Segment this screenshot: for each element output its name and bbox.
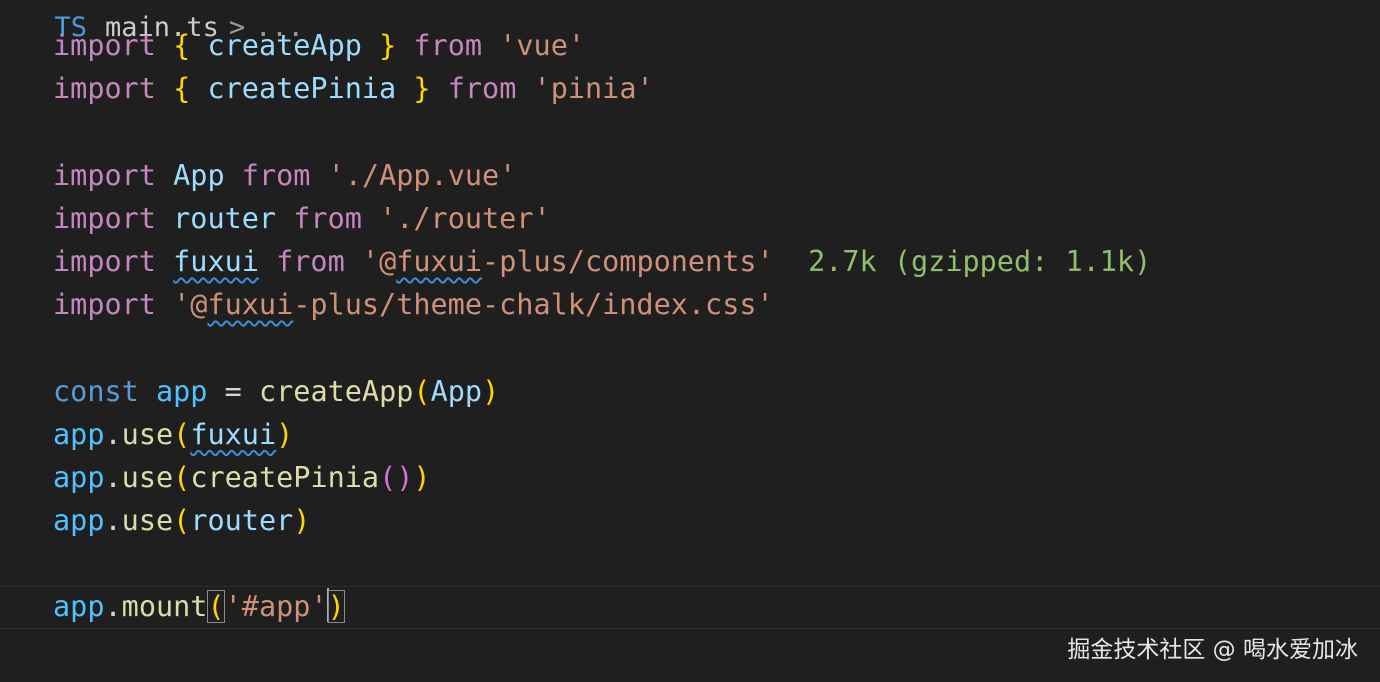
token-bracket: { bbox=[173, 29, 191, 62]
token-string: '#app' bbox=[224, 590, 328, 624]
code-line-13[interactable] bbox=[53, 542, 1151, 585]
token-string: './App.vue' bbox=[327, 158, 517, 192]
token-operator: . bbox=[104, 504, 122, 538]
token-bracket: ) bbox=[276, 417, 294, 451]
token-operator: . bbox=[104, 417, 122, 451]
token-function: use bbox=[121, 417, 174, 451]
breadcrumb: TS main.ts >... bbox=[0, 0, 304, 42]
token-operator: = bbox=[224, 374, 242, 408]
token-identifier: app bbox=[53, 504, 105, 538]
token-string: '@fuxui-plus/theme-chalk/index.css' bbox=[173, 288, 774, 321]
code-line-7[interactable]: import '@fuxui-plus/theme-chalk/index.cs… bbox=[53, 283, 1151, 326]
token-bracket: ) bbox=[413, 460, 431, 494]
token-bracket: ( bbox=[173, 417, 191, 451]
token-identifier: app bbox=[53, 417, 105, 451]
code-editor[interactable]: import { createApp } from 'vue' import {… bbox=[53, 24, 1151, 629]
token-function: createPinia bbox=[190, 460, 380, 494]
code-line-12[interactable]: app.use(router) bbox=[53, 499, 1151, 542]
token-string: 'vue' bbox=[499, 29, 586, 62]
code-line-11[interactable]: app.use(createPinia()) bbox=[53, 456, 1151, 499]
token-keyword: import bbox=[53, 201, 156, 235]
code-line-1[interactable]: import { createApp } from 'vue' bbox=[53, 24, 1151, 67]
token-string-warning[interactable]: fuxui bbox=[396, 245, 482, 278]
token-keyword: import bbox=[53, 158, 156, 192]
token-bracket: ( bbox=[413, 374, 431, 408]
code-line-9[interactable]: const app = createApp(App) bbox=[53, 370, 1151, 413]
token-identifier: app bbox=[155, 374, 208, 408]
token-bracket-match: ( bbox=[207, 590, 225, 624]
token-identifier: app bbox=[53, 590, 105, 624]
token-function: createApp bbox=[258, 374, 414, 408]
token-bracket: { bbox=[173, 72, 191, 106]
token-identifier-warning[interactable]: fuxui bbox=[173, 245, 259, 278]
token-keyword: from bbox=[413, 29, 483, 62]
code-line-6[interactable]: import fuxui from '@fuxui-plus/component… bbox=[53, 240, 1151, 283]
token-identifier: createApp bbox=[207, 29, 362, 62]
token-bracket: ( bbox=[173, 504, 191, 538]
token-keyword: from bbox=[241, 158, 311, 192]
token-function: use bbox=[121, 460, 174, 494]
token-string-warning[interactable]: fuxui bbox=[207, 288, 293, 321]
token-operator: . bbox=[104, 590, 122, 624]
token-bracket: ) bbox=[482, 374, 500, 408]
token-identifier-warning[interactable]: fuxui bbox=[190, 418, 276, 451]
token-identifier: createPinia bbox=[207, 72, 397, 106]
token-bracket-match: ) bbox=[327, 590, 345, 624]
token-keyword: from bbox=[276, 244, 345, 278]
import-cost-hint: 2.7k (gzipped: 1.1k) bbox=[808, 244, 1152, 278]
code-line-10[interactable]: app.use(fuxui) bbox=[53, 413, 1151, 456]
token-identifier: App bbox=[173, 158, 225, 192]
token-bracket: } bbox=[379, 29, 397, 62]
token-function: mount bbox=[121, 590, 208, 624]
code-line-4[interactable]: import App from './App.vue' bbox=[53, 154, 1151, 197]
code-line-2[interactable]: import { createPinia } from 'pinia' bbox=[53, 67, 1151, 110]
token-bracket: ( bbox=[173, 460, 191, 494]
token-bracket: } bbox=[413, 72, 431, 106]
token-bracket: ) bbox=[293, 504, 311, 538]
token-string-part: -plus/components' bbox=[482, 244, 774, 278]
token-identifier: app bbox=[53, 460, 105, 494]
token-identifier: router bbox=[173, 201, 277, 235]
token-keyword: import bbox=[53, 288, 156, 322]
token-string-part: -plus/theme-chalk/index.css' bbox=[293, 288, 774, 322]
token-keyword: import bbox=[53, 72, 156, 106]
token-string: './router' bbox=[379, 201, 551, 235]
token-string: 'pinia' bbox=[533, 72, 654, 106]
token-keyword: from bbox=[447, 72, 517, 106]
token-keyword: import bbox=[53, 244, 156, 278]
token-function: use bbox=[121, 504, 174, 538]
token-keyword: import bbox=[53, 29, 156, 62]
token-identifier: App bbox=[430, 374, 483, 408]
token-bracket: ) bbox=[396, 460, 414, 494]
token-string-part: '@ bbox=[361, 244, 397, 278]
code-line-14[interactable]: app.mount('#app') bbox=[53, 585, 1151, 628]
code-line-5[interactable]: import router from './router' bbox=[53, 197, 1151, 240]
watermark: 掘金技术社区 @ 喝水爱加冰 bbox=[1067, 637, 1358, 663]
token-string-part: '@ bbox=[173, 288, 208, 322]
token-operator: . bbox=[104, 460, 122, 494]
code-line-3[interactable] bbox=[53, 110, 1151, 153]
code-line-8[interactable] bbox=[53, 326, 1151, 369]
token-identifier: router bbox=[190, 504, 294, 538]
token-bracket: ( bbox=[379, 460, 397, 494]
token-string: '@fuxui-plus/components' bbox=[362, 245, 774, 278]
token-keyword-const: const bbox=[53, 374, 139, 408]
token-keyword: from bbox=[293, 201, 362, 235]
